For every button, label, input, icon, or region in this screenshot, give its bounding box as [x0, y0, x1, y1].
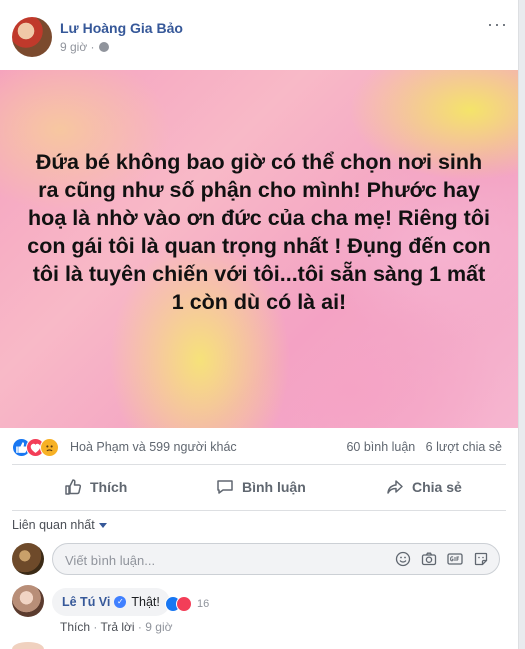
comment-like-link[interactable]: Thích [60, 620, 90, 634]
comment-input[interactable] [63, 544, 367, 576]
comments-count[interactable]: 60 bình luận [346, 440, 415, 454]
comment-label: Bình luận [242, 479, 306, 495]
more-options-button[interactable]: ··· [487, 14, 508, 35]
share-button[interactable]: Chia sẻ [386, 468, 462, 506]
share-icon [387, 480, 403, 494]
love-reaction-icon [176, 596, 192, 612]
thumbs-up-icon [65, 479, 82, 495]
separator: · [93, 620, 98, 634]
sort-label: Liên quan nhất [12, 518, 95, 532]
share-label: Chia sẻ [412, 479, 462, 495]
post-banner: Đứa bé không bao giờ có thể chọn nơi sin… [0, 70, 518, 428]
commenter-avatar[interactable] [12, 585, 44, 617]
shares-count[interactable]: 6 lượt chia sẻ [426, 440, 502, 454]
sticker-icon[interactable] [473, 551, 489, 567]
comment-reply-link[interactable]: Trả lời [100, 620, 134, 634]
globe-icon [98, 42, 109, 52]
like-button[interactable]: Thích [64, 468, 127, 506]
reaction-icons[interactable] [12, 438, 68, 457]
reactions-summary[interactable]: Hoà Phạm và 599 người khác [70, 440, 237, 454]
comment-time[interactable]: 9 giờ [145, 620, 172, 634]
next-commenter-avatar [12, 642, 44, 649]
camera-icon[interactable] [421, 551, 437, 567]
author-avatar[interactable] [12, 17, 52, 57]
emoji-icon[interactable] [395, 551, 411, 567]
gif-icon[interactable] [447, 551, 463, 567]
current-user-avatar [12, 543, 44, 575]
like-label: Thích [90, 479, 128, 495]
divider [12, 510, 506, 511]
caret-down-icon [98, 523, 107, 529]
post-card: Lư Hoàng Gia Bảo 9 giờ · ··· Đứa bé khôn… [0, 0, 519, 649]
comment-box [52, 543, 500, 576]
separator: · [137, 620, 142, 634]
comment-bubble: Lê Tú Vi ✓ Thật! [52, 588, 170, 616]
banner-text: Đứa bé không bao giờ có thể chọn nơi sin… [27, 150, 491, 314]
post-timestamp[interactable]: 9 giờ · [60, 40, 109, 54]
verified-badge-icon: ✓ [114, 596, 127, 608]
post-time-text[interactable]: 9 giờ · [60, 40, 95, 54]
comment-button[interactable]: Bình luận [216, 468, 306, 506]
sad-reaction-icon [40, 438, 59, 457]
divider [12, 464, 506, 465]
post-stats: Hoà Phạm và 599 người khác 60 bình luận … [0, 432, 518, 460]
comment-reactions[interactable]: 16 [165, 596, 209, 612]
author-name[interactable]: Lư Hoàng Gia Bảo [60, 20, 183, 36]
comment-sort-dropdown[interactable]: Liên quan nhất [12, 518, 107, 532]
comment-input-icons [395, 551, 489, 567]
comment-icon [217, 480, 233, 494]
comment-meta: Thích · Trả lời · 9 giờ [60, 620, 172, 634]
post-actions: Thích Bình luận Chia sẻ [0, 468, 518, 506]
comment-share-counts: 60 bình luận 6 lượt chia sẻ [346, 440, 502, 454]
post-header: Lư Hoàng Gia Bảo 9 giờ · ··· [0, 0, 518, 70]
commenter-name[interactable]: Lê Tú Vi [62, 595, 110, 609]
comment-text: Thật! [131, 595, 160, 609]
comment-reaction-count: 16 [197, 598, 210, 610]
